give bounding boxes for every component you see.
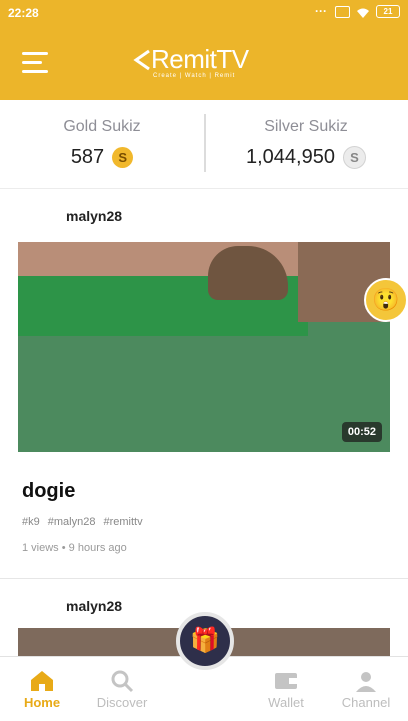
nav-label: Channel [341,695,391,710]
status-time: 22:28 [8,6,39,20]
nav-channel[interactable]: Channel [326,667,406,710]
battery-icon: 21 [376,5,400,18]
video-duration: 00:52 [341,422,382,442]
post-time: 9 hours ago [68,542,127,554]
post-username[interactable]: malyn28 [66,598,122,614]
menu-line-icon [22,61,42,64]
post-username[interactable]: malyn28 [66,208,122,224]
nav-label: Wallet [268,695,304,710]
gold-balance[interactable]: Gold Sukiz 587 S [0,118,204,169]
view-count: 1 views [22,542,59,554]
logo-arrow-icon [133,49,150,71]
silver-balance[interactable]: Silver Sukiz 1,044,950 S [204,118,408,169]
overflow-dots-icon: ··· [315,3,327,18]
gift-button[interactable]: 🎁 [176,612,234,670]
gold-label: Gold Sukiz [63,118,141,135]
surprised-emoji-icon[interactable]: 😲 [364,278,408,322]
post-tags: #k9 #malyn28 #remittv [22,516,143,528]
menu-line-icon [22,70,48,73]
wallet-icon [246,667,326,695]
tag-link[interactable]: #remittv [103,516,142,528]
home-icon [2,667,82,695]
remittv-logo: RemitTV Create | Watch | Remit [133,44,283,84]
status-bar: 22:28 ··· 21 [0,0,408,28]
wifi-icon [356,6,370,18]
notification-icon [335,5,350,18]
app-header: 22:28 ··· 21 RemitTV Create | Watch | Re… [0,0,408,100]
post-title[interactable]: dogie [22,480,75,503]
silver-coin-icon: S [342,146,366,169]
user-icon [326,667,406,695]
menu-line-icon [22,52,48,55]
nav-wallet[interactable]: Wallet [246,667,326,710]
tag-link[interactable]: #malyn28 [48,516,96,528]
hamburger-menu-button[interactable] [22,52,50,74]
video-thumbnail[interactable]: 00:52 [18,242,390,452]
gift-icon: 🎁 [190,627,220,654]
balance-panel: Gold Sukiz 587 S Silver Sukiz 1,044,950 … [0,100,408,189]
logo-tagline: Create | Watch | Remit [153,73,236,79]
gold-coin-icon: S [112,147,134,168]
silver-label: Silver Sukiz [264,118,348,135]
gold-value: 587 [70,146,105,168]
nav-home[interactable]: Home [2,667,82,710]
nav-label: Discover [96,695,148,710]
status-icons: ··· 21 [315,5,400,18]
silver-value: 1,044,950 [246,146,335,168]
nav-label: Home [23,695,61,710]
search-icon [82,667,162,695]
logo-text: RemitTV [151,44,249,74]
tag-link[interactable]: #k9 [22,516,40,528]
post-meta: 1 views • 9 hours ago [22,542,127,554]
nav-discover[interactable]: Discover [82,667,162,710]
feed-post: malyn28 00:52 dogie #k9 #malyn28 #remitt… [0,190,408,579]
